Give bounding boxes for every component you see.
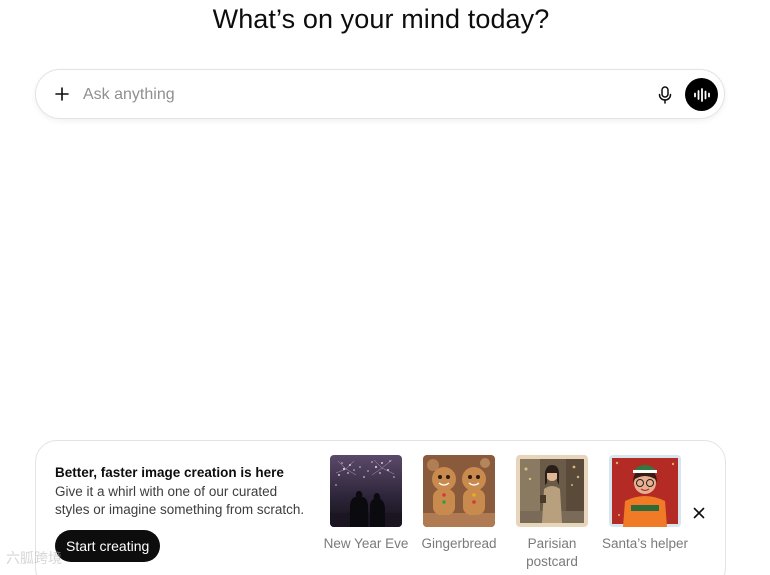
- style-label: Gingerbread: [421, 536, 497, 551]
- style-parisian-postcard[interactable]: Parisian postcard: [508, 455, 596, 571]
- chat-home-page: What’s on your mind today? Better, faste…: [0, 0, 770, 575]
- gingerbread-thumbnail: [423, 455, 495, 527]
- attach-button[interactable]: [50, 82, 74, 106]
- start-creating-button[interactable]: Start creating: [55, 530, 161, 562]
- ask-input[interactable]: [83, 82, 623, 108]
- promo-title: Better, faster image creation is here: [55, 465, 284, 480]
- style-presets: New Year Eve Gingerbread Parisian postca…: [322, 455, 689, 571]
- voice-waveform-icon: [693, 87, 710, 102]
- style-label: Santa’s helper: [601, 536, 689, 551]
- plus-icon: [55, 87, 69, 101]
- style-santas-helper[interactable]: Santa’s helper: [601, 455, 689, 571]
- parisian-postcard-thumbnail: [516, 455, 588, 527]
- style-label: New Year Eve: [323, 536, 409, 551]
- voice-mode-button[interactable]: [685, 78, 718, 111]
- promo-description: Give it a whirl with one of our curated …: [55, 484, 305, 517]
- dismiss-promo-button[interactable]: [690, 504, 708, 522]
- close-icon: [693, 507, 705, 519]
- page-headline: What’s on your mind today?: [212, 4, 550, 34]
- style-label: Parisian postcard: [526, 536, 578, 569]
- watermark-text: 六胍跨境: [6, 551, 62, 567]
- microphone-icon: [658, 86, 672, 104]
- composer-box: [35, 69, 725, 119]
- santas-helper-thumbnail: [609, 455, 681, 527]
- new-year-eve-thumbnail: [330, 455, 402, 527]
- style-gingerbread[interactable]: Gingerbread: [415, 455, 503, 571]
- image-creation-promo: Better, faster image creation is here Gi…: [35, 440, 726, 575]
- dictate-button[interactable]: [654, 83, 676, 107]
- style-new-year-eve[interactable]: New Year Eve: [322, 455, 410, 571]
